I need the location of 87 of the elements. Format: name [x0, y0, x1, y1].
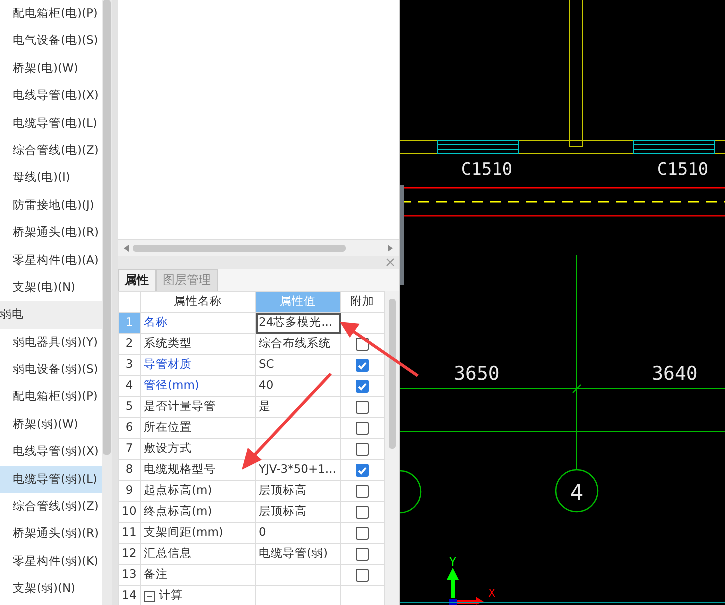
property-name: 计算 [159, 588, 183, 602]
tree-item[interactable]: 电线导管(电)(X) [0, 82, 102, 110]
splitter-handle[interactable] [400, 185, 404, 285]
grid-bubble [400, 470, 422, 514]
column-header[interactable]: 属性名称 [140, 292, 256, 312]
tree-item[interactable]: 配电箱柜(弱)(P) [0, 383, 102, 411]
row-number[interactable]: 2 [118, 334, 140, 354]
property-name: 备注 [140, 564, 256, 586]
row-number[interactable]: 13 [118, 564, 140, 586]
checkbox[interactable] [356, 484, 369, 498]
row-number[interactable]: 11 [118, 522, 140, 544]
property-value: 层顶标高 [256, 502, 340, 522]
row-number[interactable]: 8 [118, 460, 140, 480]
checkbox[interactable] [356, 400, 369, 414]
row-number[interactable]: 9 [118, 480, 140, 502]
tree-item[interactable]: 电缆导管(弱)(L) [0, 466, 102, 494]
property-name: 系统类型 [140, 334, 256, 354]
tree-item[interactable]: 综合管线(弱)(Z) [0, 493, 102, 520]
property-value: SC [256, 354, 340, 376]
tree-item[interactable]: 母线(电)(I) [0, 164, 102, 192]
property-name: 名称 [140, 312, 256, 334]
checkbox[interactable] [356, 422, 369, 434]
property-value: 综合布线系统 [256, 334, 340, 354]
property-name: 汇总信息 [140, 544, 256, 564]
row-number[interactable]: 6 [118, 418, 140, 438]
tree-item[interactable]: 弱电设备(弱)(S) [0, 356, 102, 384]
property-value: 40 [256, 376, 340, 396]
property-value: 0 [256, 522, 340, 544]
property-name: 管径(mm) [140, 376, 256, 396]
axis-drawing [447, 568, 484, 605]
tree-item[interactable]: 零星构件(电)(A) [0, 246, 102, 274]
property-value: 是 [256, 396, 340, 418]
tree-item[interactable]: 支架(电)(N) [0, 274, 102, 302]
tree-item[interactable]: 支架(弱)(N) [0, 575, 102, 603]
row-number[interactable]: 10 [118, 502, 140, 522]
tree-group[interactable]: 弱电 [0, 301, 102, 329]
tree-item[interactable]: 综合管线(电)(Z) [0, 136, 102, 164]
row-number[interactable]: 4 [118, 376, 140, 396]
scrollbar-thumb[interactable] [103, 0, 111, 455]
property-name: 起点标高(m) [140, 480, 256, 502]
tree-item[interactable]: 电缆导管(电)(L) [0, 110, 102, 137]
collapse-icon[interactable] [144, 590, 155, 602]
dimension-label: 3640 [652, 363, 698, 385]
tree-item[interactable]: 电线导管(弱)(X) [0, 438, 102, 466]
tree-item[interactable]: 桥架(弱)(W) [0, 410, 102, 438]
value-input-field[interactable]: 24芯多模光... [256, 312, 340, 334]
grid-label: 4 [570, 481, 584, 506]
property-name: 导管材质 [140, 354, 256, 376]
tree-item[interactable]: 配电箱柜(电)(P) [0, 0, 102, 28]
column-header[interactable]: 附加 [340, 292, 384, 312]
axis-label: X [488, 587, 496, 600]
checkbox[interactable] [356, 464, 369, 476]
checkbox[interactable] [356, 506, 369, 518]
dimension-label: 3650 [454, 363, 500, 385]
axis-label: Y [449, 555, 457, 569]
checkbox[interactable] [356, 568, 369, 582]
property-name: 终点标高(m) [140, 502, 256, 522]
tree-item[interactable]: 零星构件(弱)(K) [0, 548, 102, 576]
tree-item[interactable]: 电气设备(电)(S) [0, 27, 102, 55]
row-number[interactable]: 12 [118, 544, 140, 564]
scroll-left-icon[interactable] [124, 244, 129, 252]
row-number[interactable]: 3 [118, 354, 140, 376]
property-value: 层顶标高 [256, 480, 340, 502]
checkbox[interactable] [356, 380, 369, 392]
checkbox[interactable] [356, 526, 369, 540]
window-label: C1510 [461, 160, 513, 180]
tree-item[interactable]: 桥架(电)(W) [0, 54, 102, 82]
row-number[interactable]: 14 [118, 586, 140, 605]
checkbox[interactable] [356, 358, 369, 372]
tree-item[interactable]: 桥架通头(电)(R) [0, 219, 102, 247]
property-name: 所在位置 [140, 418, 256, 438]
checkbox[interactable] [356, 442, 369, 456]
scrollbar-thumb[interactable] [389, 299, 396, 449]
property-name: 支架间距(mm) [140, 522, 256, 544]
tree-item[interactable]: 防雷接地(电)(J) [0, 192, 102, 220]
tree-item[interactable]: 桥架通头(弱)(R) [0, 520, 102, 548]
row-number[interactable]: 5 [118, 396, 140, 418]
row-number[interactable]: 7 [118, 438, 140, 460]
tree-item[interactable]: 弱电器具(弱)(Y) [0, 328, 102, 356]
checkbox[interactable] [356, 548, 369, 560]
scroll-right-icon[interactable] [388, 244, 393, 252]
property-name: 是否计量导管 [140, 396, 256, 418]
property-value: 电缆导管(弱) [256, 544, 340, 564]
scrollbar-thumb[interactable] [133, 244, 346, 252]
panel-tab[interactable]: 属性 [118, 269, 156, 291]
window-label: C1510 [657, 160, 709, 180]
grid-bubble [555, 469, 599, 513]
